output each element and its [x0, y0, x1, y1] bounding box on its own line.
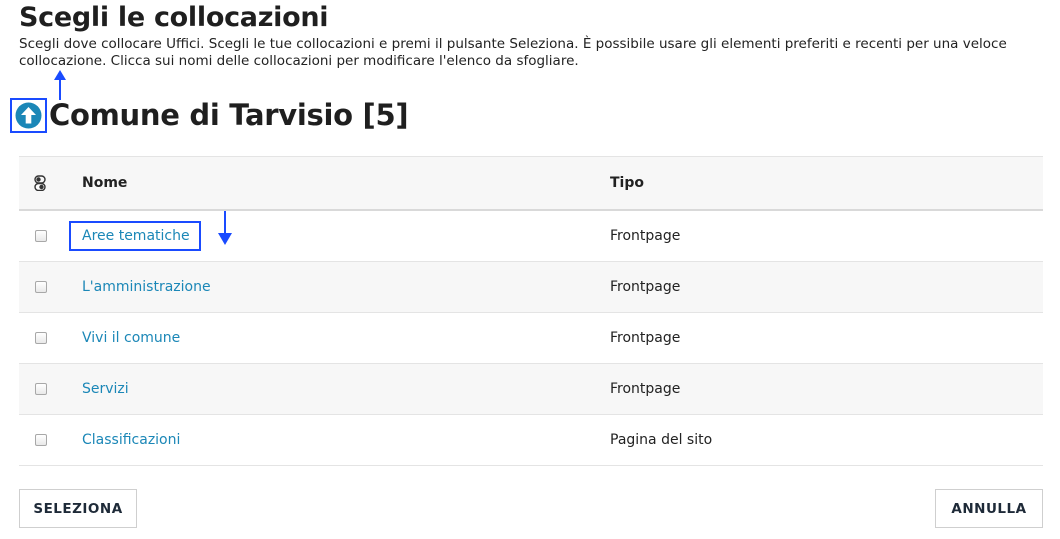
row-type: Frontpage [610, 381, 681, 397]
location-link-vivi-il-comune[interactable]: Vivi il comune [82, 330, 180, 346]
location-link-amministrazione[interactable]: L'amministrazione [82, 279, 211, 295]
row-checkbox[interactable] [35, 434, 47, 446]
select-button[interactable]: SELEZIONA [19, 489, 137, 528]
row-checkbox[interactable] [35, 281, 47, 293]
table-header-row: Nome Tipo [19, 156, 1043, 211]
row-type: Frontpage [610, 228, 681, 244]
row-checkbox[interactable] [35, 230, 47, 242]
location-link-aree-tematiche[interactable]: Aree tematiche [82, 228, 190, 244]
location-picker-page: Scegli le collocazioni Scegli dove collo… [0, 0, 1060, 539]
location-title: Comune di Tarvisio [5] [49, 98, 409, 132]
annotation-arrow-down-icon [218, 211, 232, 245]
go-up-button[interactable] [10, 97, 47, 133]
table-row: Aree tematiche Frontpage [19, 211, 1043, 262]
header-toggle-cell [19, 175, 82, 191]
row-checkbox[interactable] [35, 332, 47, 344]
location-link-classificazioni[interactable]: Classificazioni [82, 432, 180, 448]
arrow-up-circle-icon [15, 102, 42, 128]
table-row: Servizi Frontpage [19, 364, 1043, 415]
annotation-highlight-box: Aree tematiche [69, 221, 201, 251]
cancel-button[interactable]: ANNULLA [935, 489, 1043, 528]
row-type: Pagina del sito [610, 432, 713, 448]
table-row: Classificazioni Pagina del sito [19, 415, 1043, 466]
page-description: Scegli dove collocare Uffici. Scegli le … [19, 36, 1007, 69]
table-row: L'amministrazione Frontpage [19, 262, 1043, 313]
page-title: Scegli le collocazioni [19, 2, 329, 33]
table-row: Vivi il comune Frontpage [19, 313, 1043, 364]
location-link-servizi[interactable]: Servizi [82, 381, 129, 397]
header-type: Tipo [610, 175, 644, 191]
locations-table: Nome Tipo Aree tematiche Frontpage L'amm… [19, 156, 1043, 466]
row-type: Frontpage [610, 279, 681, 295]
location-header: Comune di Tarvisio [5] [10, 95, 409, 135]
row-checkbox[interactable] [35, 383, 47, 395]
invert-selection-icon[interactable] [34, 175, 48, 191]
row-type: Frontpage [610, 330, 681, 346]
header-name: Nome [82, 175, 128, 191]
